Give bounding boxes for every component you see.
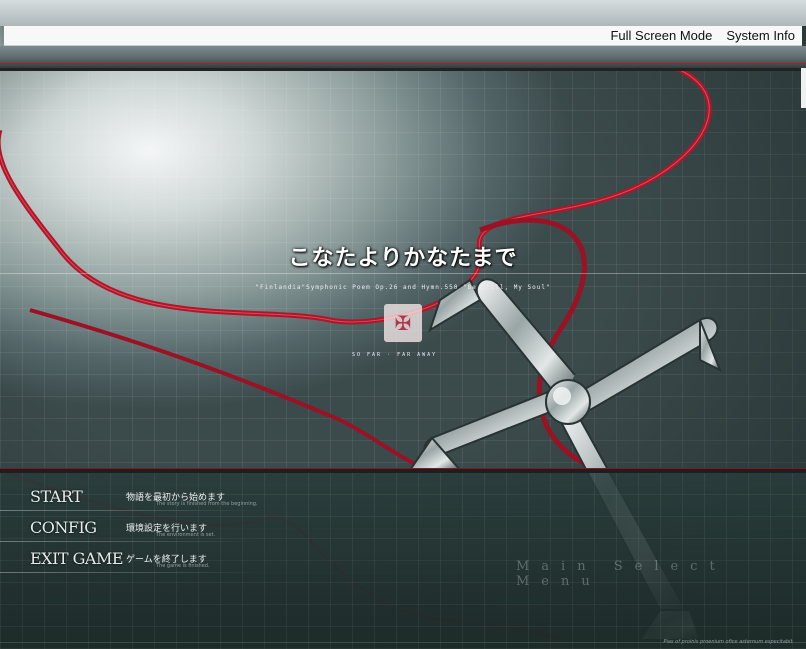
game-window: こなたよりかなたまで "Finlandia"Symphonic Poem Op.… <box>0 0 806 649</box>
start-menu-option[interactable]: START 物語を最初から始めます The story is finished … <box>8 487 258 507</box>
game-subtitle: "Finlandia"Symphonic Poem Op.26 and Hymn… <box>255 284 551 291</box>
window-edge <box>801 68 806 108</box>
exit-game-label: EXIT GAME <box>30 549 124 568</box>
game-title: こなたよりかなたまで <box>288 246 518 271</box>
menu-bar: Full Screen Mode System Info <box>4 26 802 46</box>
config-description-en: The environment is set. <box>156 532 216 538</box>
start-label: START <box>30 487 83 506</box>
menu-separator <box>0 510 260 511</box>
title-divider <box>0 273 806 274</box>
system-info-menu-item[interactable]: System Info <box>719 28 802 43</box>
game-tagline: SO FAR · FAR AWAY <box>352 352 438 358</box>
config-menu-option[interactable]: CONFIG 環境設定を行います The environment is set. <box>8 518 215 538</box>
menu-separator <box>0 541 260 542</box>
config-label: CONFIG <box>30 518 97 537</box>
exit-game-description-en: The game is finished. <box>156 563 210 569</box>
header-band <box>0 46 806 71</box>
full-screen-menu-item[interactable]: Full Screen Mode <box>603 28 719 43</box>
menu-panel-border <box>0 468 806 473</box>
top-strip <box>0 0 806 26</box>
cross-emblem-icon: ✠ <box>384 304 422 342</box>
exit-game-menu-option[interactable]: EXIT GAME ゲームを終了します The game is finished… <box>8 549 210 569</box>
footer-text: Pias of proinis proenium ofice asternum … <box>663 639 794 645</box>
main-select-menu-watermark: Main Select Menu <box>516 559 727 589</box>
start-description-en: The story is finished from the beginning… <box>156 501 258 507</box>
menu-separator <box>0 572 260 573</box>
